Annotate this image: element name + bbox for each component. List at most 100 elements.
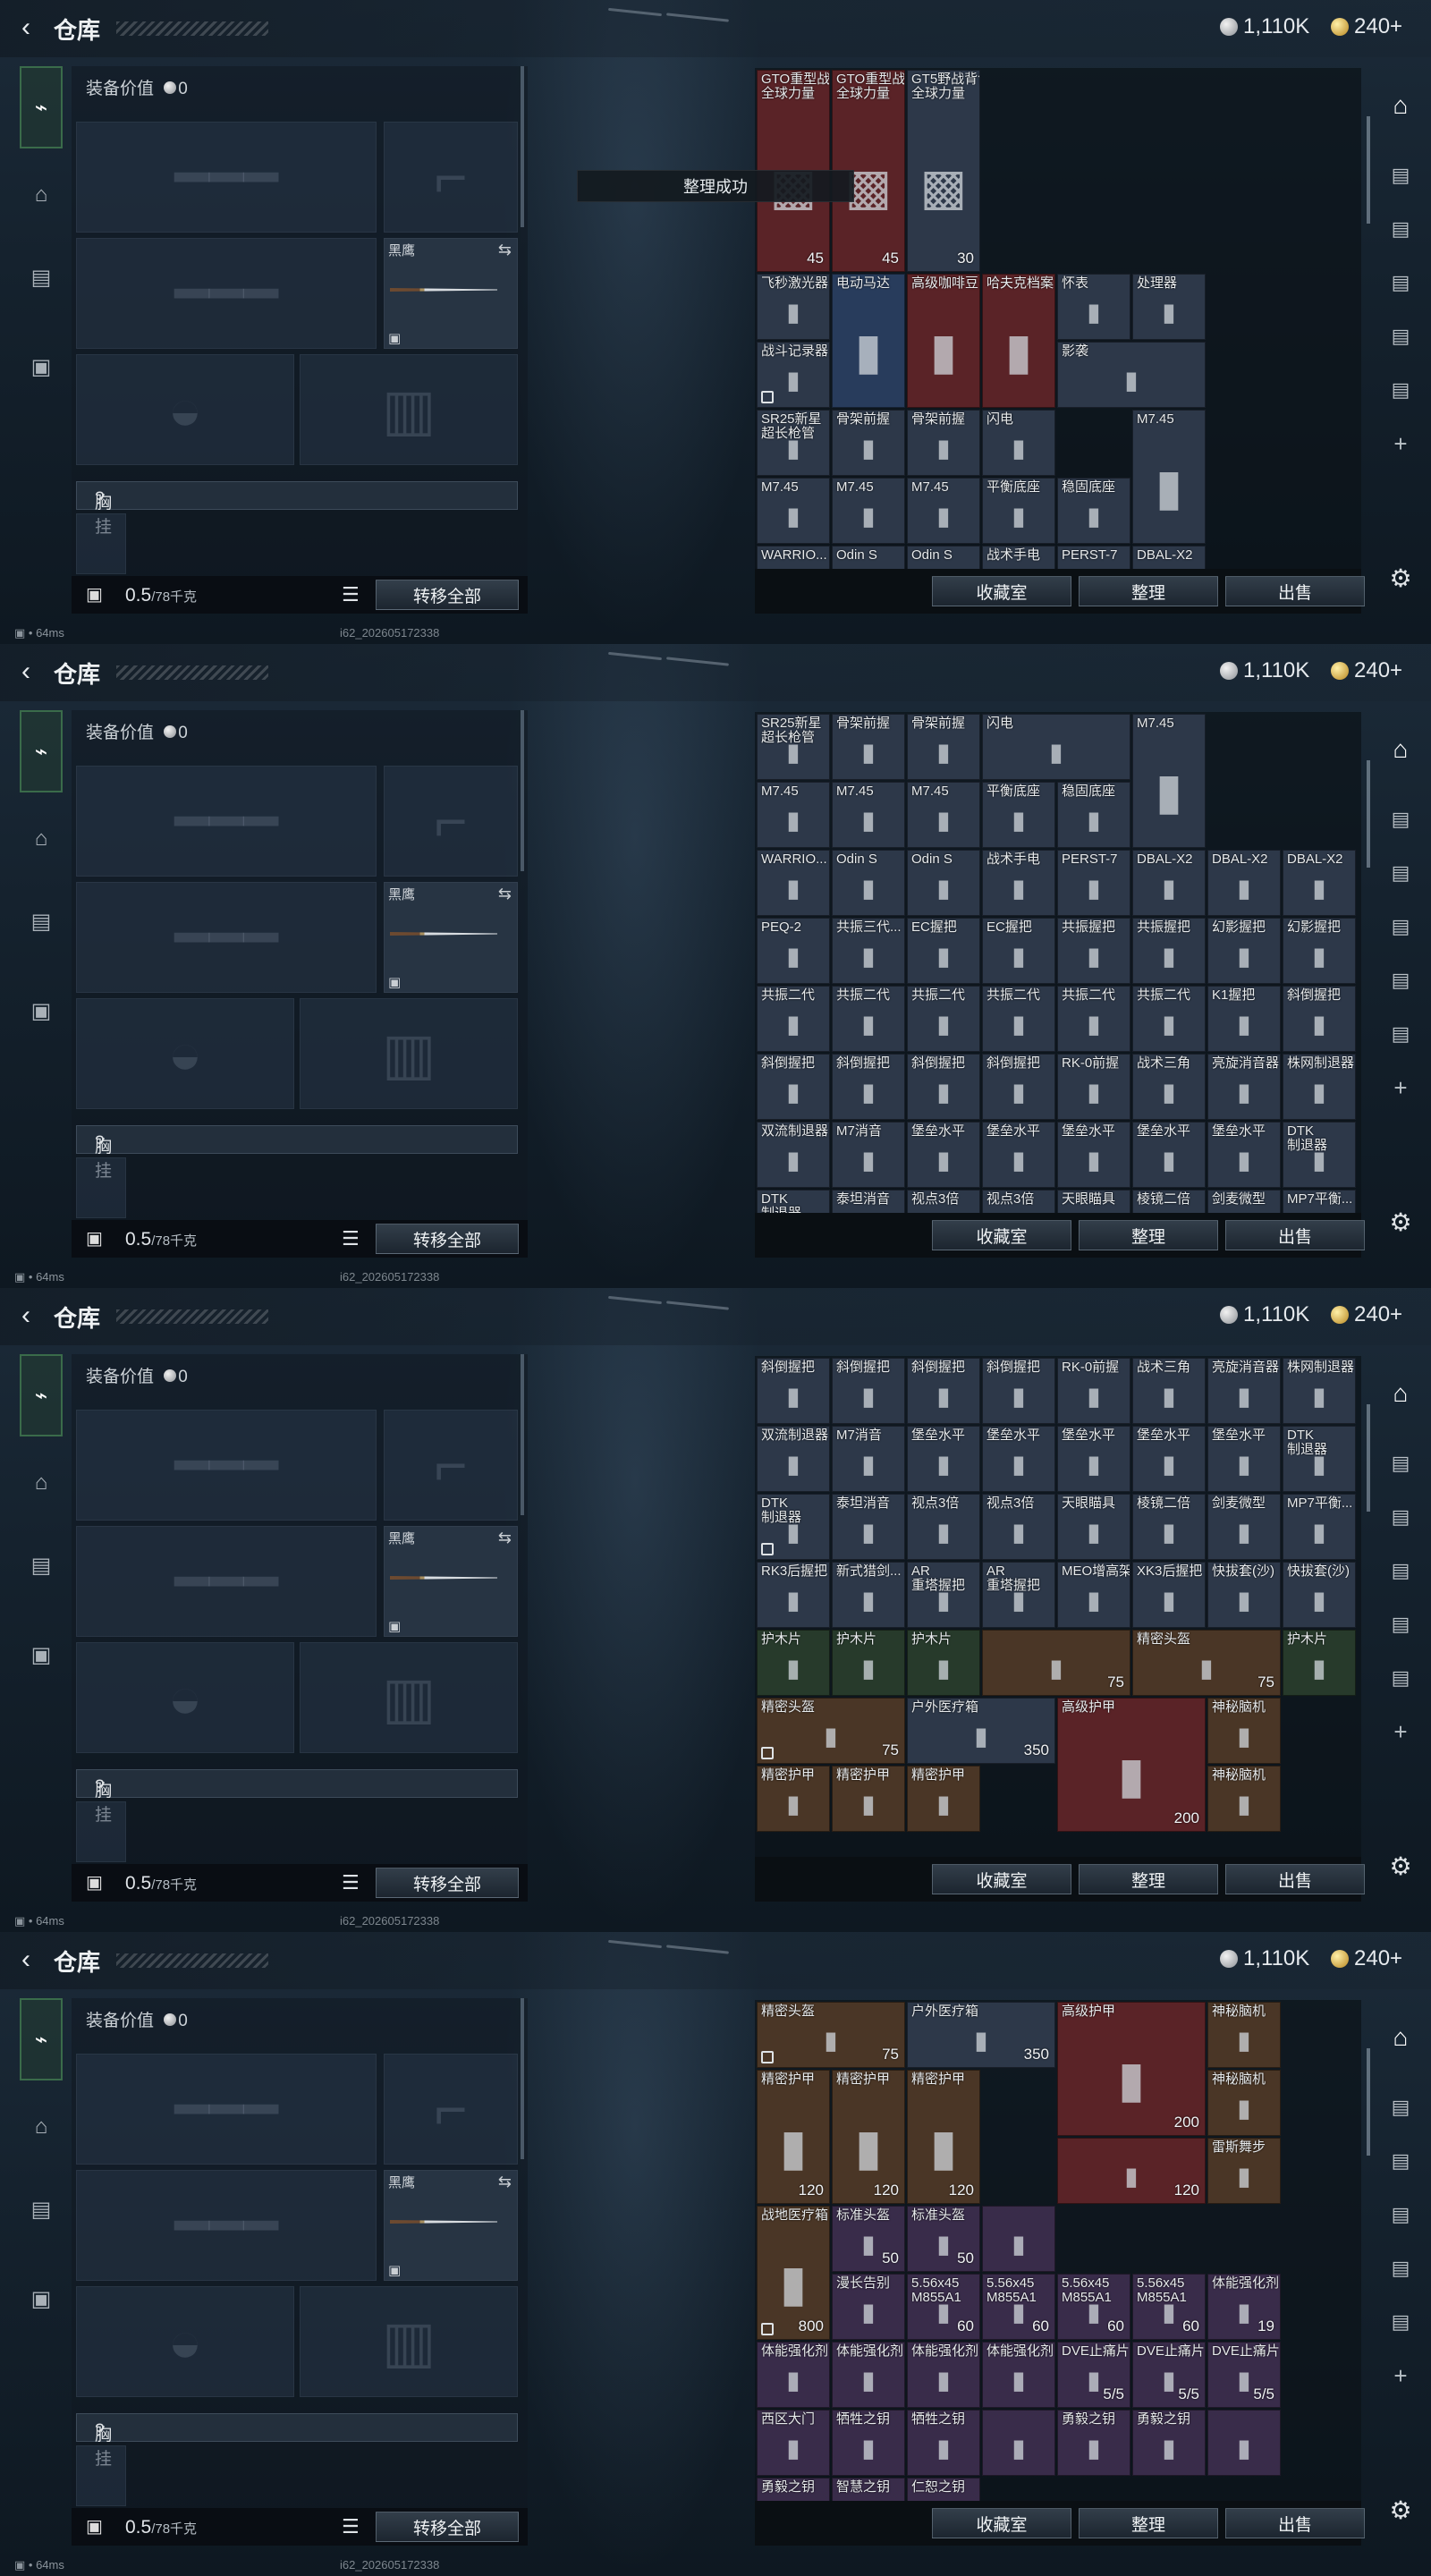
tab-weapons[interactable]: ⌁ bbox=[20, 66, 63, 148]
stash-item[interactable]: ▮ 堡垒水平 bbox=[1132, 1122, 1206, 1188]
melee-slot[interactable]: 黑鹰 ⇆ ▣ bbox=[384, 1526, 518, 1637]
stash-item[interactable]: ▮ 5.56x45 M855A1 60 bbox=[1057, 2274, 1130, 2340]
stash-item[interactable]: ▮ 堡垒水平 bbox=[1057, 1426, 1130, 1492]
tab-weapons[interactable]: ⌁ bbox=[20, 1998, 63, 2080]
tab-helmet[interactable]: ⌂ bbox=[20, 1462, 63, 1504]
stash-item[interactable]: ▮ RK3后握把 bbox=[757, 1562, 830, 1628]
stash-page-tab[interactable]: ▤ bbox=[1383, 1445, 1418, 1481]
stash-item[interactable]: ▮ 斜倒握把 bbox=[832, 1358, 905, 1424]
stash-page-tab[interactable]: ▤ bbox=[1383, 318, 1418, 354]
stash-item[interactable]: ▮Odin S bbox=[907, 546, 980, 569]
stash-item[interactable]: ▮WARRIO... bbox=[757, 546, 830, 569]
stash-item[interactable]: ▮ RK-0前握 bbox=[1057, 1054, 1130, 1120]
back-icon[interactable]: ‹ bbox=[13, 14, 39, 41]
stash-item[interactable]: ▮ 株网制退器 bbox=[1283, 1054, 1356, 1120]
stash-item[interactable]: ▮ 精密护甲 120 bbox=[757, 2070, 830, 2204]
back-icon[interactable]: ‹ bbox=[13, 658, 39, 685]
stash-item[interactable]: ▮ 堡垒水平 bbox=[1207, 1426, 1281, 1492]
stash-item[interactable]: ▮ 神秘脑机 bbox=[1207, 2070, 1281, 2136]
stash-item[interactable]: ▮ 快拔套(沙) bbox=[1283, 1562, 1356, 1628]
stash-item[interactable]: ▮DTK 制退器 bbox=[1283, 1122, 1356, 1188]
stash-item[interactable]: ▮ 泰坦消音 bbox=[832, 1494, 905, 1560]
melee-slot[interactable]: 黑鹰 ⇆ ▣ bbox=[384, 2170, 518, 2281]
safe-icon[interactable]: ⌂ bbox=[1383, 88, 1418, 123]
stash-item[interactable]: ▮ M7.45 bbox=[1132, 410, 1206, 544]
transfer-all-button[interactable]: 转移全部 bbox=[376, 1868, 519, 1898]
stash-item[interactable]: ▮ 稳固底座 bbox=[1057, 782, 1130, 848]
stash-item[interactable]: ▮ 堡垒水平 bbox=[1132, 1426, 1206, 1492]
stash-item[interactable]: ▮ 堡垒水平 bbox=[1057, 1122, 1130, 1188]
stash-item[interactable]: ▮ XK3后握把 bbox=[1132, 1562, 1206, 1628]
stash-item[interactable]: ▮ 双流制退器 bbox=[757, 1426, 830, 1492]
stash-page-tab[interactable]: ▤ bbox=[1383, 2197, 1418, 2233]
stash-page-tab[interactable]: ▤ bbox=[1383, 1499, 1418, 1535]
secondary-weapon-slot[interactable]: ━━━ bbox=[76, 238, 377, 349]
stash-item[interactable]: ▮ M7.45 bbox=[832, 478, 905, 544]
stash-item[interactable]: ▮ 骨架前握 bbox=[907, 410, 980, 476]
stash-page-tab[interactable]: ▤ bbox=[1383, 909, 1418, 945]
stash-item[interactable]: ▮ SR25新星 超长枪管 bbox=[757, 714, 830, 780]
stash-item[interactable]: ▮ 护木片 bbox=[907, 1630, 980, 1696]
back-icon[interactable]: ‹ bbox=[13, 1302, 39, 1329]
stash-item[interactable]: ▮智慧之钥 bbox=[832, 2478, 905, 2501]
sort-button[interactable]: 整理 bbox=[1079, 576, 1218, 606]
pouch-slot[interactable] bbox=[76, 1157, 126, 1218]
stash-item[interactable]: ▮ 共振二代 bbox=[1132, 986, 1206, 1052]
safe-icon[interactable]: ⌂ bbox=[1383, 1376, 1418, 1411]
stash-item[interactable]: ▮ 飞秒激光器 bbox=[757, 274, 830, 340]
stash-item[interactable]: ▮ 牺牲之钥 bbox=[832, 2410, 905, 2476]
safe-icon[interactable]: ⌂ bbox=[1383, 2020, 1418, 2055]
stash-item[interactable]: ▮视点3倍 bbox=[907, 1190, 980, 1213]
stash-scrollbar[interactable] bbox=[1367, 760, 1370, 868]
plus-icon[interactable]: + bbox=[1383, 2358, 1418, 2394]
stash-item[interactable]: ▮ 体能强化剂 19 bbox=[1207, 2274, 1281, 2340]
stash-item[interactable]: ▮ 斜倒握把 bbox=[907, 1054, 980, 1120]
stash-item[interactable]: ▮DTK 制退器 bbox=[757, 1494, 830, 1560]
tab-vest[interactable]: ▤ bbox=[20, 256, 63, 299]
stash-item[interactable]: ▮ 体能强化剂 bbox=[832, 2342, 905, 2408]
stash-item[interactable]: ▮ 战术手电 bbox=[982, 850, 1055, 916]
swap-icon[interactable]: ⇆ bbox=[498, 1529, 512, 1547]
primary-weapon-slot[interactable]: ━━━ bbox=[76, 122, 377, 233]
pouch-slot[interactable] bbox=[76, 2445, 126, 2506]
stash-item[interactable]: ▮ 精密护甲 120 bbox=[832, 2070, 905, 2204]
stash-item[interactable]: ▮ MEO增高架 bbox=[1057, 1562, 1130, 1628]
stash-item[interactable]: ▮ 精密头盔 75 bbox=[1132, 1630, 1281, 1696]
swap-icon[interactable]: ⇆ bbox=[498, 241, 512, 259]
stash-item[interactable]: ▮ 新式猎剑... bbox=[832, 1562, 905, 1628]
armor-slot[interactable]: ▥ bbox=[300, 354, 518, 465]
stash-item[interactable]: ▮ 5.56x45 M855A1 60 bbox=[907, 2274, 980, 2340]
stash-item[interactable]: ▮ 漫长告别 bbox=[832, 2274, 905, 2340]
stash-item[interactable]: ▮ 战术三角 bbox=[1132, 1358, 1206, 1424]
stash-item[interactable]: ▮ bbox=[1207, 2410, 1281, 2476]
stash-item[interactable]: ▮Odin S bbox=[907, 850, 980, 916]
primary-weapon-slot[interactable]: ━━━ bbox=[76, 1410, 377, 1521]
swap-icon[interactable]: ⇆ bbox=[498, 2173, 512, 2191]
stash-item[interactable]: ▮ 斜倒握把 bbox=[757, 1054, 830, 1120]
stash-item[interactable]: ▮ 共振二代 bbox=[1057, 986, 1130, 1052]
chest-rig-slot[interactable]: 胸挂 ? bbox=[76, 2413, 518, 2469]
collection-room-button[interactable]: 收藏室 bbox=[932, 576, 1071, 606]
tab-case[interactable]: ▣ bbox=[20, 2277, 63, 2320]
sort-button[interactable]: 整理 bbox=[1079, 2508, 1218, 2538]
stash-item[interactable]: ▮Odin S bbox=[832, 546, 905, 569]
chest-rig-slot[interactable]: 胸挂 ? bbox=[76, 481, 518, 537]
stash-item[interactable]: ▮ M7.45 bbox=[1132, 714, 1206, 848]
stash-item[interactable]: ▮ 共振二代 bbox=[757, 986, 830, 1052]
stash-item[interactable]: ▮ 堡垒水平 bbox=[982, 1122, 1055, 1188]
stash-item[interactable]: ▮DBAL-X2 bbox=[1132, 546, 1206, 569]
stash-item[interactable]: ▮ 斜倒握把 bbox=[982, 1358, 1055, 1424]
stash-item[interactable]: ▮ 稳固底座 bbox=[1057, 478, 1130, 544]
stash-item[interactable]: ▮ 5.56x45 M855A1 60 bbox=[982, 2274, 1055, 2340]
stash-item[interactable]: ▮ 亮旋消音器 bbox=[1207, 1054, 1281, 1120]
stash-page-tab[interactable]: ▤ bbox=[1383, 1016, 1418, 1052]
gear-icon[interactable]: ⚙ bbox=[1383, 560, 1418, 596]
stash-scrollbar[interactable] bbox=[1367, 1404, 1370, 1512]
stash-item[interactable]: ▮ 处理器 bbox=[1132, 274, 1206, 340]
sell-button[interactable]: 出售 bbox=[1225, 1864, 1365, 1894]
collection-room-button[interactable]: 收藏室 bbox=[932, 2508, 1071, 2538]
pistol-slot[interactable]: ⌐ bbox=[384, 2054, 518, 2165]
secondary-weapon-slot[interactable]: ━━━ bbox=[76, 2170, 377, 2281]
stash-item[interactable]: ▮PERST-7 bbox=[1057, 546, 1130, 569]
secondary-weapon-slot[interactable]: ━━━ bbox=[76, 882, 377, 993]
